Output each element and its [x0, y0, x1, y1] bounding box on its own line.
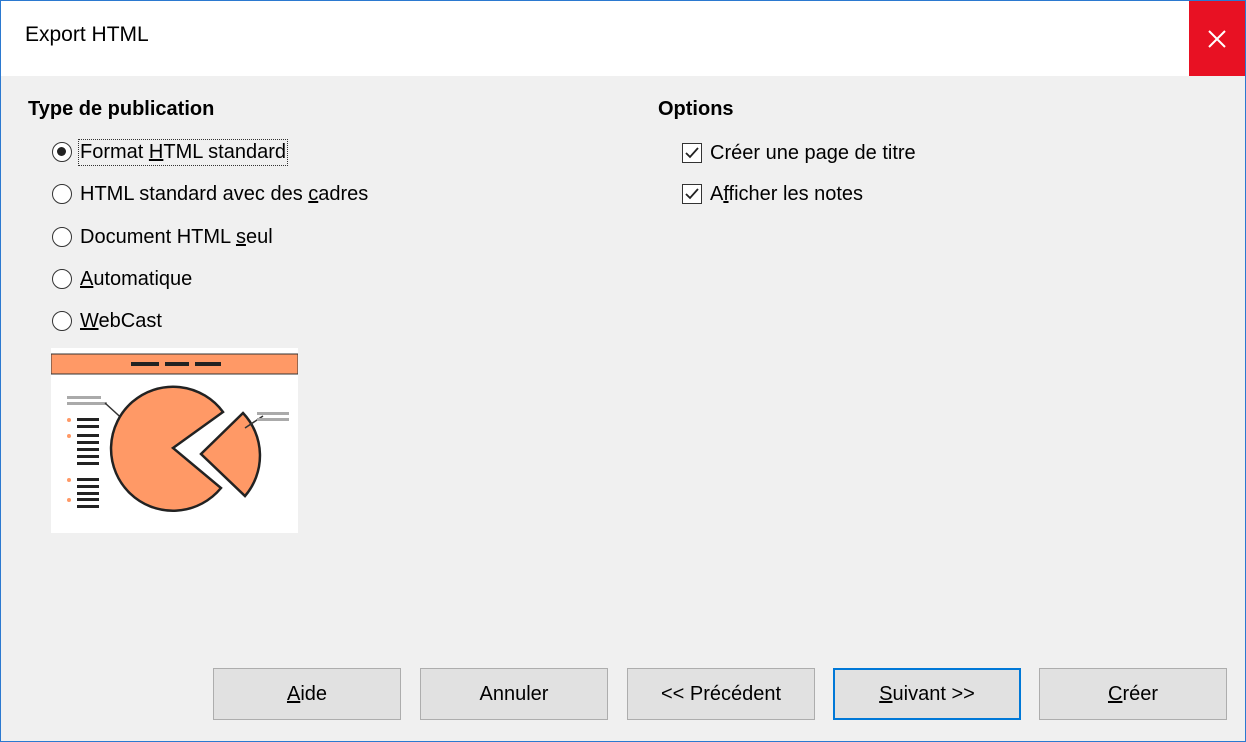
radio-label: Automatique [80, 267, 193, 290]
radio-button[interactable] [52, 184, 72, 204]
radio-html-with-frames[interactable]: HTML standard avec des cadres [52, 179, 368, 209]
radio-label: HTML standard avec des cadres [80, 182, 369, 205]
checkbox-label: Créer une page de titre [710, 141, 916, 164]
radio-single-html-document[interactable]: Document HTML seul [52, 222, 273, 252]
radio-button[interactable] [52, 311, 72, 331]
close-button[interactable] [1189, 1, 1245, 76]
window-title: Export HTML [25, 23, 149, 46]
checkbox-show-notes[interactable]: Afficher les notes [682, 179, 863, 209]
radio-button[interactable] [52, 227, 72, 247]
close-icon [1208, 29, 1226, 48]
radio-button[interactable] [52, 269, 72, 289]
create-button[interactable]: Créer [1039, 668, 1227, 720]
help-button[interactable]: Aide [213, 668, 401, 720]
options-heading: Options [658, 98, 734, 120]
radio-format-html-standard[interactable]: Format HTML standard [52, 137, 289, 167]
publication-type-heading: Type de publication [28, 98, 215, 120]
radio-label: Format HTML standard [77, 138, 289, 166]
radio-button[interactable] [52, 142, 72, 162]
checkbox[interactable] [682, 184, 702, 204]
next-button[interactable]: Suivant >> [833, 668, 1021, 720]
radio-webcast[interactable]: WebCast [52, 306, 162, 336]
previous-button[interactable]: << Précédent [627, 668, 815, 720]
checkbox-create-title-page[interactable]: Créer une page de titre [682, 138, 916, 168]
radio-label: Document HTML seul [80, 225, 273, 248]
check-icon [685, 147, 699, 159]
checkbox-label: Afficher les notes [710, 182, 864, 205]
title-bar: Export HTML [1, 1, 1245, 76]
cancel-button[interactable]: Annuler [420, 668, 608, 720]
checkbox[interactable] [682, 143, 702, 163]
export-html-dialog: Export HTML Type de publication Format H… [0, 0, 1246, 742]
radio-label: WebCast [80, 309, 162, 332]
presentation-preview-image [50, 348, 299, 533]
radio-automatic[interactable]: Automatique [52, 264, 192, 294]
check-icon [685, 188, 699, 200]
